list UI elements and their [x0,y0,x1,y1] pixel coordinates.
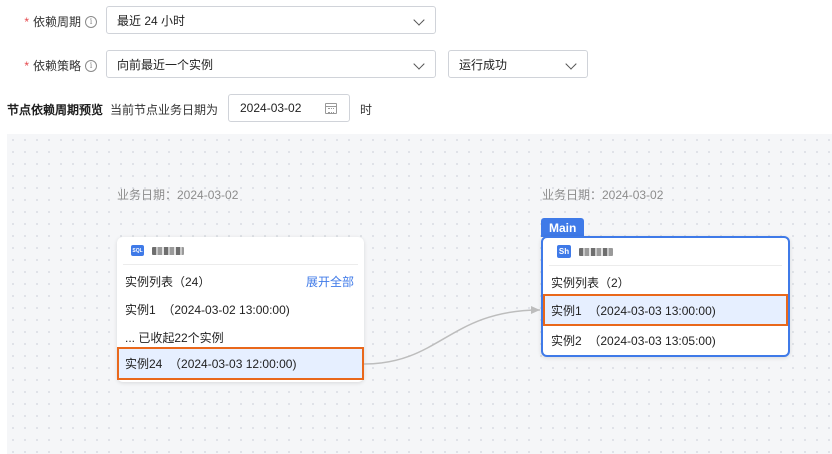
dependency-edge [363,306,541,365]
arrow-head-icon [531,306,540,314]
dependency-edge-path [363,309,541,365]
